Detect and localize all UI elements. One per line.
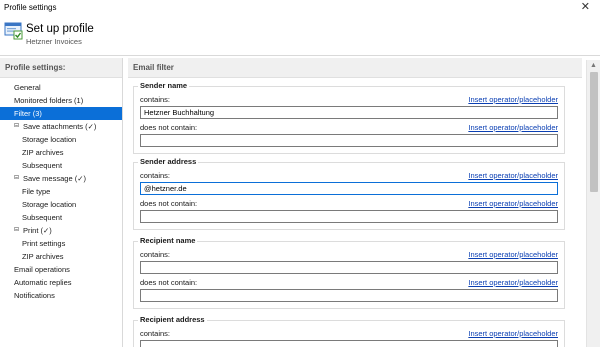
page-title: Set up profile (26, 23, 94, 35)
sidebar-item-print[interactable]: ⊟ Print (✓) (0, 224, 122, 237)
scroll-up-icon[interactable]: ▲ (590, 62, 597, 69)
profile-settings-icon (4, 22, 23, 40)
recipient-name-group: Recipient name contains: Insert operator/… (133, 236, 565, 309)
sender-address-group: Sender address contains: Insert operator/… (133, 157, 565, 230)
sidebar-item-subsequent[interactable]: Subsequent (0, 159, 122, 172)
sidebar-item-label: Email operations (14, 265, 70, 274)
sidebar-item-label: Save attachments (✓) (23, 122, 97, 131)
insert-operator-link[interactable]: Insert operator/placeholder (468, 171, 558, 180)
does-not-contain-label: does not contain: (140, 123, 198, 132)
insert-operator-link[interactable]: Insert operator/placeholder (468, 199, 558, 208)
sidebar-item-filter[interactable]: Filter (3) (0, 107, 122, 120)
vertical-scrollbar[interactable]: ▲ (586, 60, 600, 347)
sidebar-item-zip-archives[interactable]: ZIP archives (0, 250, 122, 263)
sidebar-item-label: Subsequent (22, 213, 63, 222)
sidebar-item-zip-archives[interactable]: ZIP archives (0, 146, 122, 159)
recipient-name-not-contains-input[interactable] (140, 289, 558, 302)
sidebar-item-label: ZIP archives (22, 252, 64, 261)
does-not-contain-label: does not contain: (140, 199, 198, 208)
sidebar-item-save-message[interactable]: ⊟ Save message (✓) (0, 172, 122, 185)
sidebar-item-monitored-folders[interactable]: Monitored folders (1) (0, 94, 122, 107)
recipient-address-group: Recipient address contains: Insert operat… (133, 315, 565, 347)
panel-heading: Email filter (128, 58, 582, 78)
sidebar-item-label: Print (✓) (23, 226, 52, 235)
title-bar: Profile settings ✕ (0, 0, 600, 16)
insert-operator-link[interactable]: Insert operator/placeholder (468, 95, 558, 104)
email-filter-panel: Email filter Sender name contains: Insert… (125, 58, 585, 347)
close-icon[interactable]: ✕ (581, 1, 590, 13)
group-title: Sender name (138, 81, 190, 90)
profile-header: Set up profile Hetzner Invoices (0, 16, 600, 56)
sidebar-item-label: File type (22, 187, 51, 196)
sender-address-contains-input[interactable] (140, 182, 558, 195)
sidebar-item-label: Storage location (22, 200, 77, 209)
sender-name-contains-input[interactable] (140, 106, 558, 119)
sidebar-item-label: General (14, 83, 41, 92)
sidebar-item-label: Notifications (14, 291, 55, 300)
sidebar-item-file-type[interactable]: File type (0, 185, 122, 198)
sidebar-item-label: ZIP archives (22, 148, 64, 157)
contains-label: contains: (140, 95, 171, 104)
sidebar-item-general[interactable]: General (0, 81, 122, 94)
sidebar-item-label: Automatic replies (14, 278, 72, 287)
insert-operator-link[interactable]: Insert operator/placeholder (468, 329, 558, 338)
collapse-icon[interactable]: ⊟ (14, 172, 19, 185)
contains-label: contains: (140, 171, 171, 180)
sidebar-item-label: Monitored folders (1) (14, 96, 84, 105)
insert-operator-link[interactable]: Insert operator/placeholder (468, 123, 558, 132)
sender-address-not-contains-input[interactable] (140, 210, 558, 223)
sidebar-item-label: Subsequent (22, 161, 63, 170)
sidebar-item-notifications[interactable]: Notifications (0, 289, 122, 302)
contains-label: contains: (140, 250, 171, 259)
recipient-name-contains-input[interactable] (140, 261, 558, 274)
sidebar-item-subsequent[interactable]: Subsequent (0, 211, 122, 224)
sidebar-item-save-attachments[interactable]: ⊟ Save attachments (✓) (0, 120, 122, 133)
collapse-icon[interactable]: ⊟ (14, 224, 19, 237)
sidebar-item-label: Filter (3) (14, 109, 42, 118)
recipient-address-contains-input[interactable] (140, 340, 558, 347)
sidebar-item-print-settings[interactable]: Print settings (0, 237, 122, 250)
group-title: Sender address (138, 157, 199, 166)
sender-name-group: Sender name contains: Insert operator/pla… (133, 81, 565, 154)
sidebar-item-storage-location[interactable]: Storage location (0, 133, 122, 146)
sidebar-item-storage-location[interactable]: Storage location (0, 198, 122, 211)
collapse-icon[interactable]: ⊟ (14, 120, 19, 133)
sidebar-item-label: Print settings (22, 239, 66, 248)
sidebar-heading: Profile settings: (0, 58, 122, 78)
insert-operator-link[interactable]: Insert operator/placeholder (468, 278, 558, 287)
sidebar-item-label: Save message (✓) (23, 174, 86, 183)
sidebar-item-automatic-replies[interactable]: Automatic replies (0, 276, 122, 289)
sidebar-item-label: Storage location (22, 135, 77, 144)
sender-name-not-contains-input[interactable] (140, 134, 558, 147)
profile-name: Hetzner Invoices (26, 37, 82, 46)
settings-tree: General Monitored folders (1) Filter (3)… (0, 78, 122, 302)
sidebar-item-email-operations[interactable]: Email operations (0, 263, 122, 276)
contains-label: contains: (140, 329, 171, 338)
settings-sidebar: Profile settings: General Monitored fold… (0, 58, 123, 347)
group-title: Recipient address (138, 315, 207, 324)
scrollbar-thumb[interactable] (590, 72, 598, 192)
group-title: Recipient name (138, 236, 198, 245)
window-title: Profile settings (4, 3, 57, 12)
does-not-contain-label: does not contain: (140, 278, 198, 287)
insert-operator-link[interactable]: Insert operator/placeholder (468, 250, 558, 259)
